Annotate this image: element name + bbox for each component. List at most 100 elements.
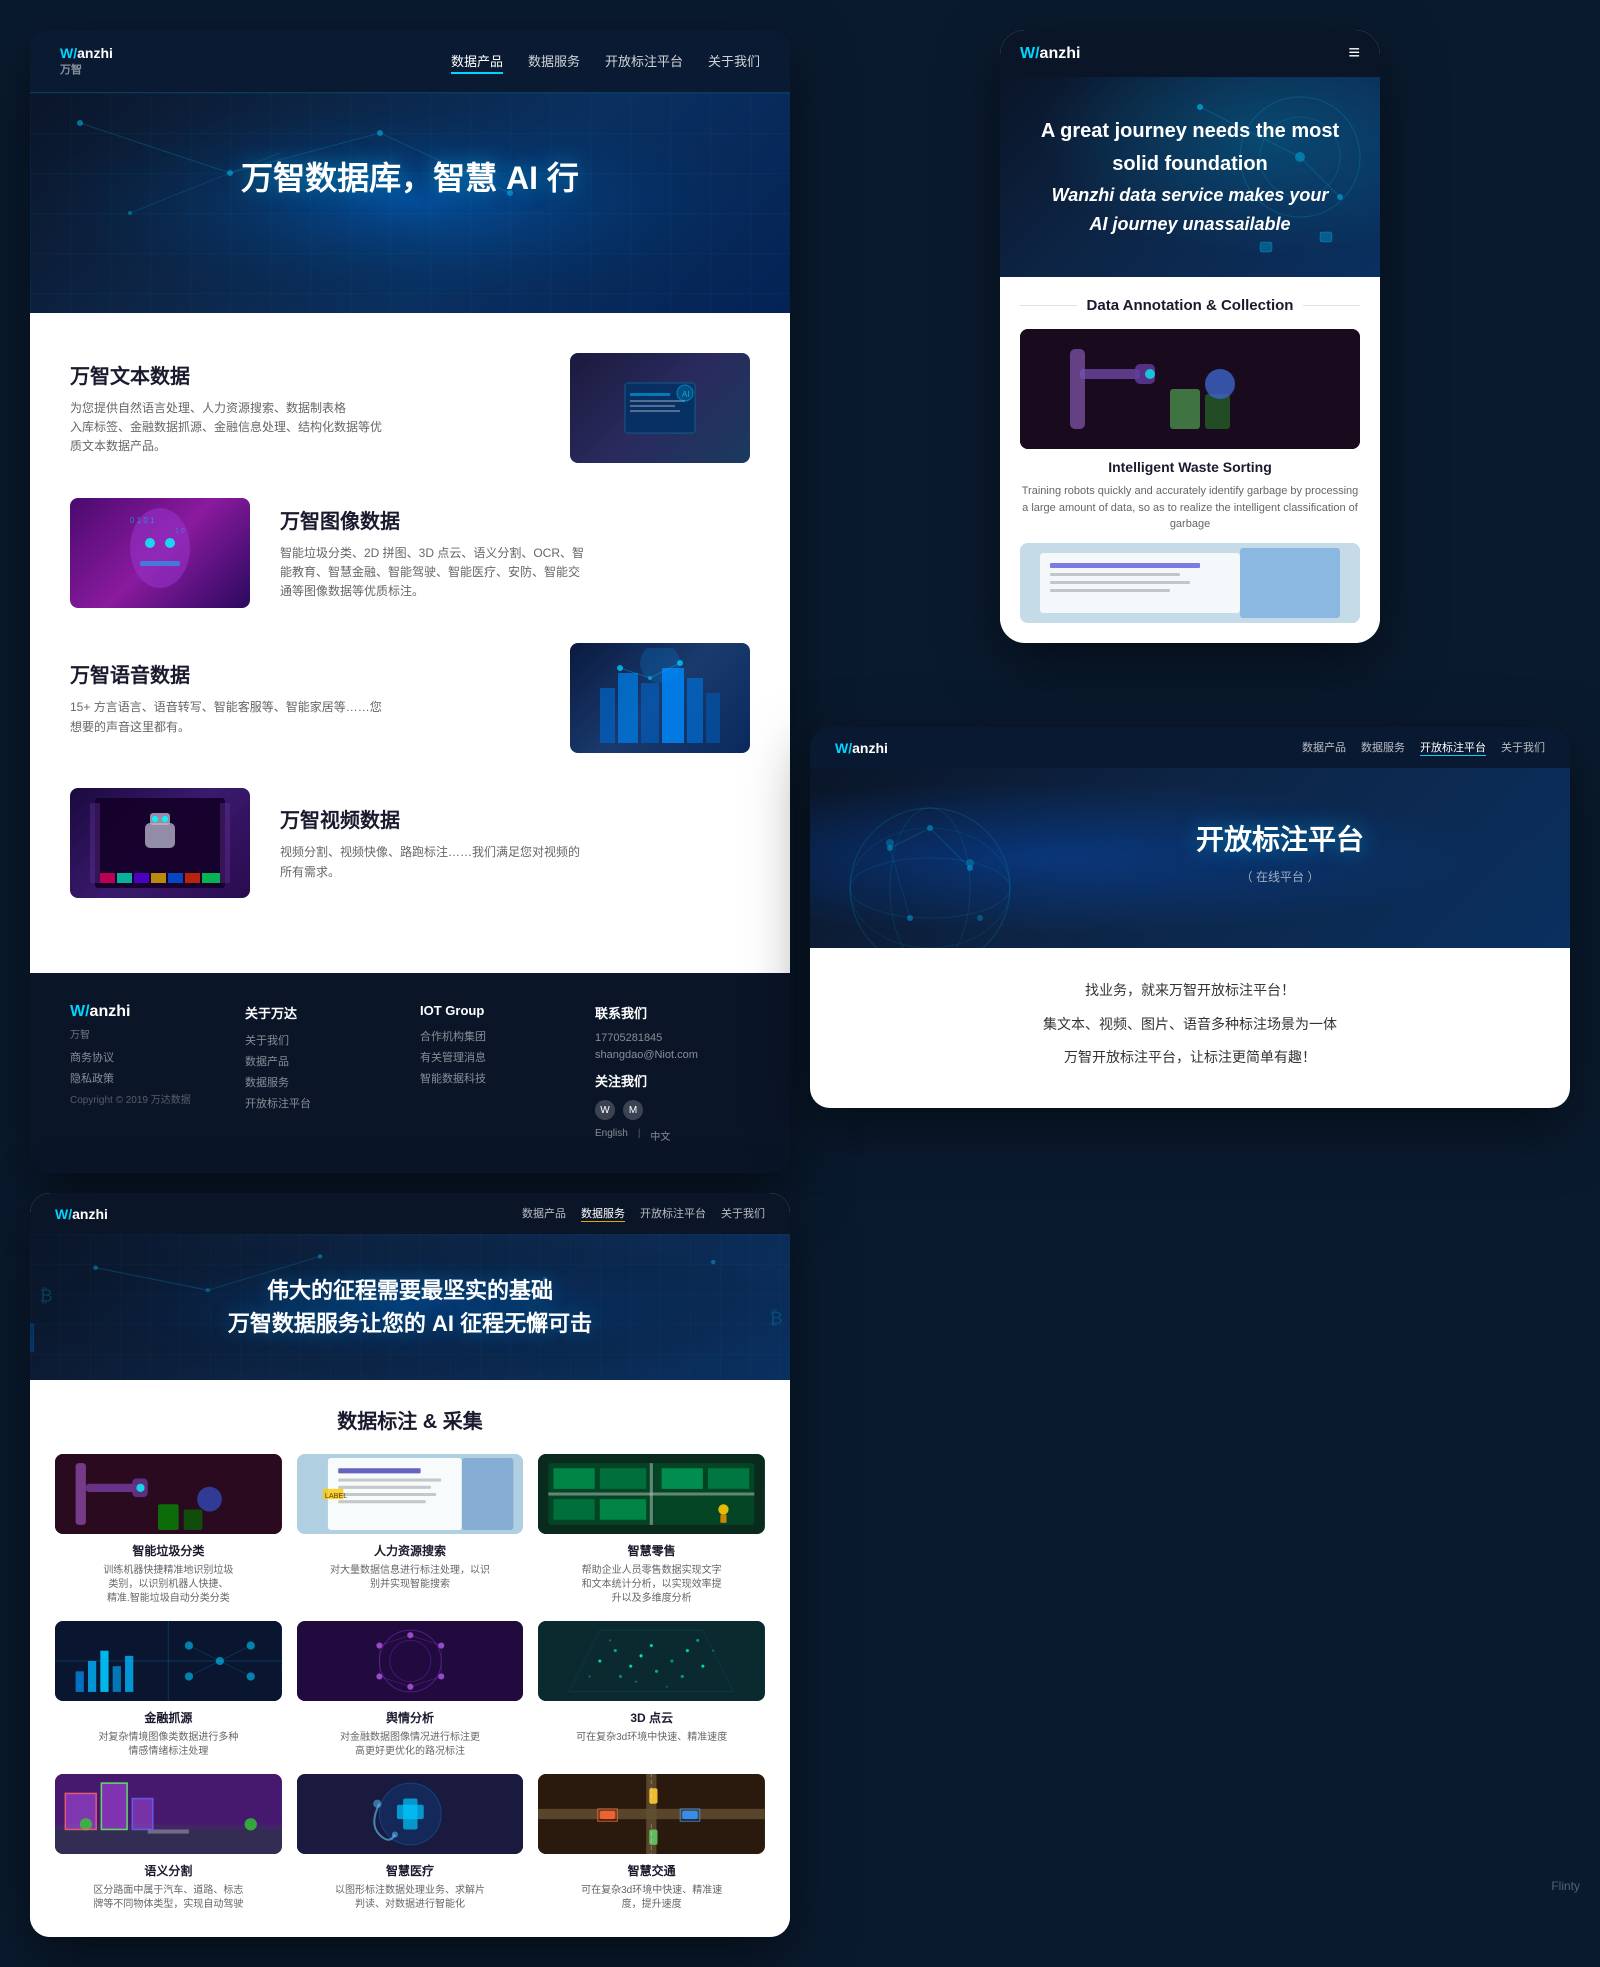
sorting-desc: Training robots quickly and accurately i… [1020,483,1360,533]
mobile-hero: A great journey needs the most solid fou… [1000,77,1380,277]
audio-data-title: 万智语音数据 [70,659,540,688]
mobile-content: Data Annotation & Collection [1000,277,1380,643]
footer-col-nav: 关于万达 关于我们 数据产品 数据服务 开放标注平台 [245,1003,400,1143]
dc-card-sorting: 智能垃圾分类 训练机器快捷精准地识别垃圾类别，以识别机器人快捷、精准.智能垃圾自… [55,1454,282,1606]
hamburger-button[interactable]: ≡ [1348,42,1360,65]
svg-text:0 1 0 1: 0 1 0 1 [130,516,155,525]
audio-data-img [570,643,750,753]
text-data-img: AI [570,353,750,463]
platform-nav-product[interactable]: 数据产品 [1302,739,1346,756]
text-data-section: 万智文本数据 为您提供自然语言处理、人力资源搜索、数据制表格入库标签、金融数据抓… [70,353,750,463]
data-collection-mockup: W/anzhi 数据产品 数据服务 开放标注平台 关于我们 [30,1193,790,1937]
footer-col-iot: IOT Group 合作机构集团 有关管理消息 智能数据科技 [420,1003,575,1143]
card-street-desc: 区分路面中属于汽车、道路、标志牌等不同物体类型，实现自动驾驶 [55,1884,282,1912]
desktop-logo: W/anzhi 万智 [60,45,113,77]
card-pointcloud-title: 3D 点云 [538,1709,765,1726]
card-medical-desc: 以图形标注数据处理业务、求解片判读、对数据进行智能化 [297,1884,524,1912]
social-icon-weibo[interactable]: M [623,1100,643,1120]
desktop-hero: 万智数据库，智慧 AI 行 [30,93,790,313]
dc-card-traffic: 智慧交通 可在复杂3d环境中快速、精准速度，提升速度 [538,1774,765,1912]
video-data-desc: 视频分割、视频快像、路跑标注……我们满足您对视频的所有需求。 [280,843,750,881]
card-pointcloud-desc: 可在复杂3d环境中快速、精准速度 [538,1731,765,1745]
card-sorting-desc: 训练机器快捷精准地识别垃圾类别，以识别机器人快捷、精准.智能垃圾自动分类分类 [55,1564,282,1606]
dc-logo: W/anzhi [55,1206,108,1222]
platform-nav-about[interactable]: 关于我们 [1501,739,1545,756]
card-retail-title: 智慧零售 [538,1542,765,1559]
platform-hero: 开放标注平台 （ 在线平台 ） [810,768,1570,948]
platform-nav: W/anzhi 数据产品 数据服务 开放标注平台 关于我们 [810,727,1570,768]
dc-card-pointcloud: 3D 点云 可在复杂3d环境中快速、精准速度 [538,1621,765,1759]
desktop-footer: W/anzhi 万智 商务协议 隐私政策 Copyright © 2019 万达… [30,973,790,1173]
platform-nav-platform[interactable]: 开放标注平台 [1420,739,1486,756]
mobile-logo: W/anzhi [1020,45,1080,63]
card-hr-title: 人力资源搜索 [297,1542,524,1559]
sorting-title: Intelligent Waste Sorting [1020,459,1360,475]
desktop-content: 万智文本数据 为您提供自然语言处理、人力资源搜索、数据制表格入库标签、金融数据抓… [30,313,790,973]
svg-text:AI: AI [682,390,690,399]
platform-desc-1: 找业务，就来万智开放标注平台！ [840,978,1540,1003]
card-traffic-title: 智慧交通 [538,1862,765,1879]
desktop-mockup: W/anzhi 万智 数据产品 数据服务 开放标注平台 关于我们 [30,30,790,1173]
desktop-hero-title: 万智数据库，智慧 AI 行 [70,153,750,199]
platform-desc-2: 集文本、视频、图片、语音多种标注场景为一体 [840,1012,1540,1037]
platform-title: 开放标注平台 [1020,818,1540,858]
mobile-mockup: W/anzhi ≡ [1000,30,1380,643]
dc-content: 数据标注 & 采集 [30,1380,790,1937]
dc-hero: ₿ ₿ 伟大的征程需要最坚实的基础 万智数据服务让您的 AI 征程无懈可击 [30,1234,790,1380]
dc-nav-about[interactable]: 关于我们 [721,1205,765,1222]
svg-text:1 0: 1 0 [175,528,185,535]
nav-item-platform[interactable]: 开放标注平台 [605,51,683,71]
card-finance-desc: 对复杂情境图像类数据进行多种情感情绪标注处理 [55,1731,282,1759]
dc-card-retail: 智慧零售 帮助企业人员零售数据实现文字和文本统计分析，以实现效率提升以及多维度分… [538,1454,765,1606]
audio-data-section: 万智语音数据 15+ 方言语言、语音转写、智能客服等、智能家居等……您想要的声音… [70,643,750,753]
platform-content: 找业务，就来万智开放标注平台！ 集文本、视频、图片、语音多种标注场景为一体 万智… [810,948,1570,1108]
platform-nav-service[interactable]: 数据服务 [1361,739,1405,756]
platform-subtitle: （ 在线平台 ） [1020,868,1540,885]
card-sentiment-desc: 对金融数据图像情况进行标注更高更好更优化的路况标注 [297,1731,524,1759]
svg-text:LABEL: LABEL [324,1491,346,1500]
dc-card-street: 语义分割 区分路面中属于汽车、道路、标志牌等不同物体类型，实现自动驾驶 [55,1774,282,1912]
sorting-card-img [1020,329,1360,449]
dc-cards-grid: 智能垃圾分类 训练机器快捷精准地识别垃圾类别，以识别机器人快捷、精准.智能垃圾自… [55,1454,765,1912]
dc-nav-product[interactable]: 数据产品 [522,1205,566,1222]
dc-hero-title: 伟大的征程需要最坚实的基础 万智数据服务让您的 AI 征程无懈可击 [55,1274,765,1340]
data-annotation-title: Data Annotation & Collection [1087,297,1294,314]
card-retail-desc: 帮助企业人员零售数据实现文字和文本统计分析，以实现效率提升以及多维度分析 [538,1564,765,1606]
dc-nav: W/anzhi 数据产品 数据服务 开放标注平台 关于我们 [30,1193,790,1234]
card-traffic-desc: 可在复杂3d环境中快速、精准速度，提升速度 [538,1884,765,1912]
desktop-nav-links: 数据产品 数据服务 开放标注平台 关于我们 [451,51,760,71]
nav-item-service[interactable]: 数据服务 [528,51,580,71]
image-data-desc: 智能垃圾分类、2D 拼图、3D 点云、语义分割、OCR、智能教育、智慧金融、智能… [280,544,750,602]
mobile-mockup-container: W/anzhi ≡ [810,30,1570,707]
text-data-desc: 为您提供自然语言处理、人力资源搜索、数据制表格入库标签、金融数据抓源、金融信息处… [70,399,540,457]
video-data-img [70,788,250,898]
dc-card-finance: 金融抓源 对复杂情境图像类数据进行多种情感情绪标注处理 [55,1621,282,1759]
paper-card-img [1020,543,1360,623]
desktop-nav: W/anzhi 万智 数据产品 数据服务 开放标注平台 关于我们 [30,30,790,93]
dc-nav-service[interactable]: 数据服务 [581,1205,625,1222]
dc-nav-platform[interactable]: 开放标注平台 [640,1205,706,1222]
dc-card-sentiment: 舆情分析 对金融数据图像情况进行标注更高更好更优化的路况标注 [297,1621,524,1759]
footer-col-about: W/anzhi 万智 商务协议 隐私政策 Copyright © 2019 万达… [70,1003,225,1143]
mobile-nav: W/anzhi ≡ [1000,30,1380,77]
card-hr-desc: 对大量数据信息进行标注处理，以识别并实现智能搜索 [297,1564,524,1592]
platform-logo: W/anzhi [835,740,888,756]
mobile-hero-title: A great journey needs the most solid fou… [1041,117,1339,236]
svg-text:₿: ₿ [39,1285,52,1305]
nav-item-about[interactable]: 关于我们 [708,51,760,71]
platform-mockup: W/anzhi 数据产品 数据服务 开放标注平台 关于我们 [810,727,1570,1108]
card-sentiment-title: 舆情分析 [297,1709,524,1726]
card-medical-title: 智慧医疗 [297,1862,524,1879]
nav-item-product[interactable]: 数据产品 [451,51,503,71]
social-icon-wechat[interactable]: W [595,1100,615,1120]
image-data-title: 万智图像数据 [280,505,750,534]
card-finance-title: 金融抓源 [55,1709,282,1726]
footer-col-contact: 联系我们 17705281845 shangdao@Niot.com 关注我们 … [595,1003,750,1143]
dc-card-hr: LABEL 人力资源搜索 对大量数据信息进行标注处理，以识别并实现智能搜索 [297,1454,524,1606]
dc-section-title: 数据标注 & 采集 [55,1405,765,1434]
audio-data-desc: 15+ 方言语言、语音转写、智能客服等、智能家居等……您想要的声音这里都有。 [70,698,540,736]
image-data-section: 万智图像数据 智能垃圾分类、2D 拼图、3D 点云、语义分割、OCR、智能教育、… [70,498,750,608]
card-street-title: 语义分割 [55,1862,282,1879]
platform-desc-3: 万智开放标注平台，让标注更简单有趣！ [840,1045,1540,1070]
svg-text:₿: ₿ [769,1308,782,1328]
